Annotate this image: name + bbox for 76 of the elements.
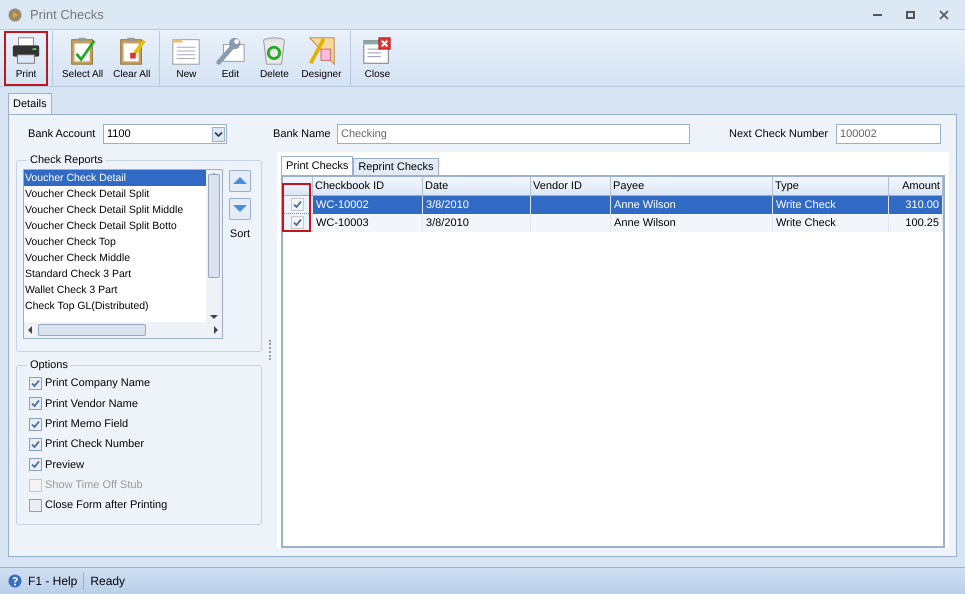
table-row[interactable]: WC-10003 3/8/2010 Anne Wilson Write Check 100.25 <box>283 214 943 232</box>
option-label: Preview <box>45 458 84 473</box>
field-label: Next Check Number <box>729 126 830 142</box>
toolbar-button[interactable]: Edit <box>208 31 252 86</box>
toolbar-button[interactable]: Delete <box>252 31 296 86</box>
tab[interactable]: Details <box>8 93 52 114</box>
field-label: Bank Account <box>28 126 96 142</box>
table-cell: 3/8/2010 <box>423 214 531 232</box>
checkbox[interactable] <box>29 498 42 512</box>
group-title: Options <box>29 358 69 373</box>
column-header[interactable]: Amount <box>889 177 943 195</box>
report-list-item[interactable]: Voucher Check Detail Split <box>24 186 206 202</box>
option-label: Close Form after Printing <box>45 498 168 514</box>
column-header[interactable]: Payee <box>611 177 773 195</box>
column-header[interactable]: Vendor ID <box>531 177 611 195</box>
status-text: Ready <box>90 573 126 590</box>
report-list-item[interactable]: Voucher Check Detail Split Middle <box>24 202 206 218</box>
checkbox[interactable] <box>291 198 304 211</box>
up-triangle-icon <box>233 177 247 184</box>
checkmark-icon <box>31 379 40 388</box>
checkbox[interactable] <box>29 458 42 472</box>
checkmark-icon <box>31 399 40 408</box>
column-header[interactable]: Type <box>773 177 889 195</box>
column-header[interactable]: Checkbook ID <box>313 177 423 195</box>
report-list-item[interactable]: Voucher Check Detail <box>24 170 206 186</box>
checkmark-icon <box>31 460 40 470</box>
checkmark-icon <box>31 440 40 450</box>
help-icon[interactable] <box>8 574 22 588</box>
bank-account-dropdown[interactable]: 1100 <box>103 124 227 144</box>
report-list-item[interactable]: Wallet Check 3 Part <box>24 282 206 298</box>
table-cell: WC-10003 <box>313 214 423 232</box>
checkbox[interactable] <box>29 438 42 452</box>
option-label: Show Time Off Stub <box>45 478 143 493</box>
toolbar-button[interactable]: Clear All <box>108 31 156 86</box>
checkbox[interactable] <box>29 418 42 431</box>
table-cell: Anne Wilson <box>611 214 773 232</box>
report-list-item[interactable]: Check Top GL(Distributed) <box>24 298 206 314</box>
group-title: Check Reports <box>29 153 104 168</box>
minimize-icon[interactable] <box>873 14 882 16</box>
move-down-button[interactable] <box>229 198 251 220</box>
sort-label: Sort <box>230 226 250 242</box>
toolbar-button[interactable]: New <box>164 31 208 86</box>
report-list-item[interactable]: Voucher Check Middle <box>24 250 206 266</box>
move-up-button[interactable] <box>229 170 251 192</box>
toolbar-button[interactable]: Designer <box>296 31 346 86</box>
toolbar-button[interactable]: Print <box>4 31 48 86</box>
tab[interactable]: Print Checks <box>281 156 354 175</box>
checkbox[interactable] <box>29 397 42 410</box>
option-label: Print Vendor Name <box>45 396 138 412</box>
close-icon[interactable] <box>939 10 949 20</box>
window-title: Print Checks <box>30 6 104 24</box>
help-shortcut: F1 - Help <box>28 572 84 590</box>
column-header[interactable]: Date <box>423 177 531 195</box>
down-triangle-icon <box>233 205 247 212</box>
checkbox[interactable] <box>29 377 42 390</box>
maximize-icon[interactable] <box>906 10 915 18</box>
table-row[interactable]: WC-10002 3/8/2010 Anne Wilson Write Check 310.00 <box>283 196 943 214</box>
bank-name-field[interactable]: Checking <box>337 124 690 144</box>
next-check-number-field[interactable]: 100002 <box>836 124 941 144</box>
app-logo-icon <box>8 8 22 22</box>
tab[interactable]: Reprint Checks <box>353 158 439 175</box>
table-cell: Write Check <box>773 214 889 232</box>
checkmark-icon <box>31 420 40 429</box>
option-label: Print Memo Field <box>45 416 128 432</box>
vertical-scrollbar[interactable] <box>206 170 222 322</box>
report-list-item[interactable]: Voucher Check Detail Split Botto <box>24 218 206 234</box>
option-label: Print Company Name <box>45 376 150 392</box>
report-list-item[interactable]: Voucher Check Top <box>24 234 206 250</box>
report-list-item[interactable]: Standard Check 3 Part <box>24 266 206 282</box>
checkbox[interactable] <box>291 216 304 229</box>
toolbar-button[interactable]: Close <box>355 31 400 86</box>
horizontal-scrollbar[interactable] <box>24 322 222 338</box>
field-label: Bank Name <box>273 126 332 142</box>
toolbar-button[interactable]: Select All <box>57 31 108 86</box>
option-label: Print Check Number <box>45 437 144 452</box>
table-cell: 100.25 <box>889 214 943 232</box>
